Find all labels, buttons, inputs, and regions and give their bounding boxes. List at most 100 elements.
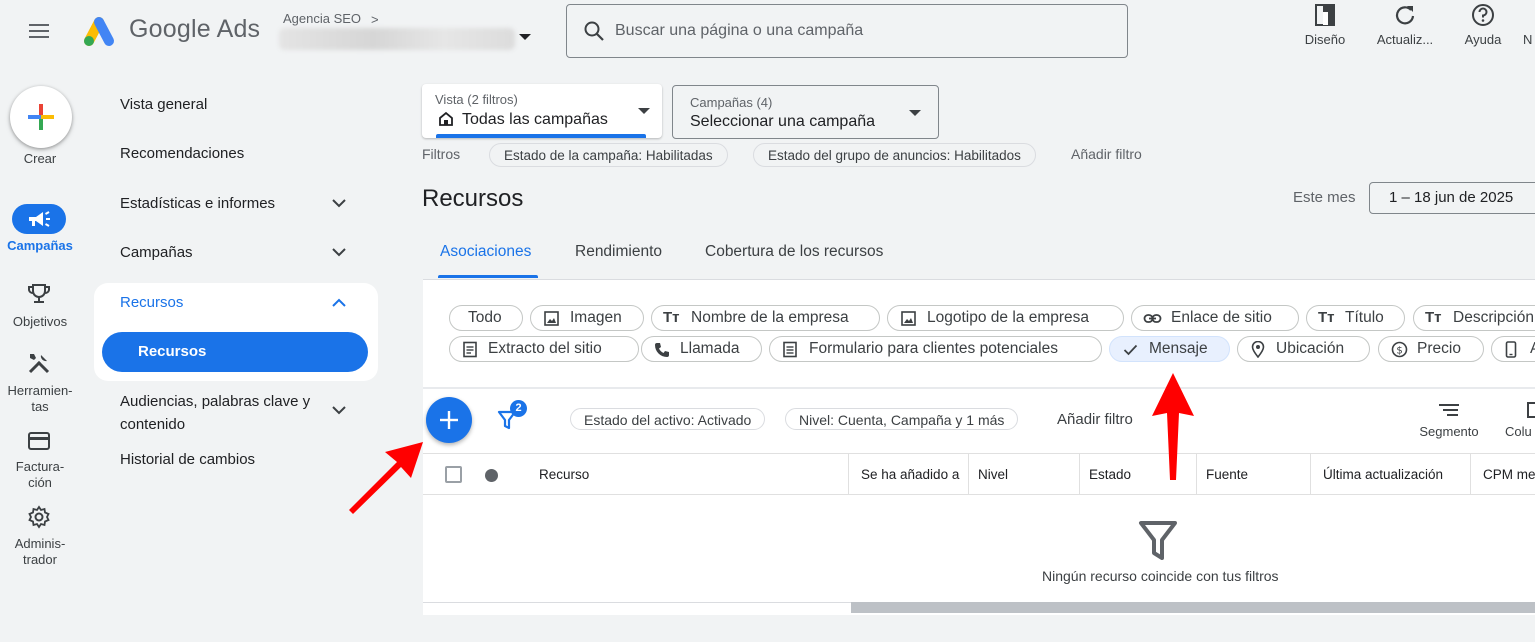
phone-icon [655,343,669,357]
search-input[interactable]: Buscar una página o una campaña [566,4,1128,58]
chip-label: A [1530,340,1535,357]
google-ads-logo-icon[interactable] [80,14,118,48]
view-selector-label: Vista (2 filtros) [435,92,518,107]
asset-type-all-chip[interactable]: Todo [449,305,523,331]
column-header-asset[interactable]: Recurso [539,467,589,482]
column-header-cpm[interactable]: CPM me [1483,467,1535,482]
asset-type-image-chip[interactable]: Imagen [530,305,644,331]
help-button[interactable]: Ayuda [1459,2,1507,47]
column-header-last-updated[interactable]: Última actualización [1323,467,1443,482]
column-header-status[interactable]: Estado [1089,467,1131,482]
objectives-rail-label[interactable]: Objetivos [0,314,80,330]
campaigns-rail-label[interactable]: Campañas [0,238,80,254]
column-divider [848,454,849,495]
tab-associations[interactable]: Asociaciones [440,243,531,261]
campaign-selector[interactable]: Campañas (4) Seleccionar una campaña [672,85,939,139]
asset-type-callout-chip[interactable]: Extracto del sitio [449,336,639,362]
nav-insights-reports[interactable]: Estadísticas e informes [120,195,275,212]
asset-type-business-logo-chip[interactable]: Logotipo de la empresa [887,305,1124,331]
segment-button[interactable]: Segmento [1412,402,1486,439]
annotation-arrow-up [1152,373,1194,480]
column-divider [1470,454,1471,495]
chevron-down-icon[interactable] [330,243,348,261]
refresh-button[interactable]: Actualiz... [1370,2,1440,47]
level-filter-chip[interactable]: Nivel: Cuenta, Campaña y 1 más [785,408,1019,430]
nav-overview[interactable]: Vista general [120,96,207,113]
tab-performance[interactable]: Rendimiento [575,243,662,261]
nav-audiences-keywords[interactable]: Audiencias, palabras clave y contenido [120,390,330,436]
asset-type-sitelink-chip[interactable]: Enlace de sitio [1131,305,1299,331]
nav-assets-sub-item[interactable]: Recursos [102,332,368,372]
campaign-selector-value: Seleccionar una campaña [690,113,876,130]
horizontal-scrollbar[interactable] [851,602,1535,613]
account-name[interactable]: Agencia SEO [283,11,361,26]
campaigns-rail-button[interactable] [12,204,66,234]
tools-rail-label[interactable]: Herramien- tas [0,383,80,415]
check-icon [1123,344,1138,356]
asset-type-business-name-chip[interactable]: Tт Nombre de la empresa [651,305,880,331]
account-chevron-icon[interactable]: > [371,12,379,27]
billing-icon[interactable] [27,429,51,453]
asset-type-message-chip[interactable]: Mensaje [1109,336,1230,362]
location-pin-icon [1251,341,1265,358]
notifications-button[interactable]: N [1523,2,1535,47]
column-header-level[interactable]: Nivel [978,467,1008,482]
layout-icon [1315,4,1335,26]
nav-assets-sub-label: Recursos [138,343,207,360]
chip-label: Nombre de la empresa [691,309,849,326]
asset-type-location-chip[interactable]: Ubicación [1237,336,1370,362]
menu-icon[interactable] [26,18,52,44]
select-all-checkbox[interactable] [445,466,462,483]
asset-type-headline-chip[interactable]: Tт Título [1306,305,1405,331]
help-icon [1472,4,1494,26]
image-icon [901,311,916,326]
table-bottom-line [423,602,851,603]
campaign-status-filter-chip[interactable]: Estado de la campaña: Habilitadas [489,143,728,167]
tools-icon[interactable] [27,351,51,375]
document-icon [463,341,477,358]
chip-label: Logotipo de la empresa [927,309,1090,326]
asset-type-app-chip[interactable]: A [1491,336,1535,362]
create-button[interactable] [10,86,72,148]
add-asset-button[interactable] [426,397,472,443]
help-label: Ayuda [1464,32,1502,47]
tab-asset-coverage[interactable]: Cobertura de los recursos [705,243,883,261]
date-range-picker[interactable]: 1 – 18 jun de 2025 [1369,182,1535,214]
asset-type-lead-form-chip[interactable]: Formulario para clientes potenciales [769,336,1102,362]
nav-assets[interactable]: Recursos [120,294,183,311]
chip-label: Mensaje [1149,340,1208,357]
admin-rail-label[interactable]: Adminis- trador [0,536,80,568]
asset-type-call-chip[interactable]: Llamada [641,336,762,362]
chip-label: Enlace de sitio [1171,309,1272,326]
column-header-source[interactable]: Fuente [1206,467,1248,482]
nav-campaigns[interactable]: Campañas [120,244,193,261]
adgroup-status-filter-chip[interactable]: Estado del grupo de anuncios: Habilitado… [753,143,1036,167]
trophy-icon[interactable] [27,282,51,306]
nav-recommendations[interactable]: Recomendaciones [120,145,244,162]
add-filter-button[interactable]: Añadir filtro [1057,411,1133,428]
chevron-down-icon[interactable] [330,401,348,419]
add-filter-link[interactable]: Añadir filtro [1071,146,1142,162]
column-divider [1196,454,1197,495]
column-header-added-to[interactable]: Se ha añadido a [861,467,959,482]
billing-rail-label[interactable]: Factura- ción [0,459,80,491]
view-selector[interactable]: Vista (2 filtros) Todas las campañas [422,84,662,138]
asset-status-filter-chip[interactable]: Estado del activo: Activado [570,408,766,430]
account-id-redacted [279,28,515,50]
search-placeholder: Buscar una página o una campaña [615,22,864,39]
layout-button[interactable]: Diseño [1300,2,1350,47]
columns-label: Colu [1505,424,1532,439]
chevron-up-icon[interactable] [330,294,348,312]
column-divider [1310,454,1311,495]
annotation-arrow-left [349,442,423,514]
columns-button[interactable]: Colu [1505,402,1535,439]
asset-type-description-chip[interactable]: Tт Descripción [1413,305,1535,331]
admin-icon[interactable] [27,505,51,529]
chip-label: Imagen [570,309,622,326]
column-divider [968,454,969,495]
nav-change-history[interactable]: Historial de cambios [120,451,255,468]
asset-type-price-chip[interactable]: $ Precio [1378,336,1484,362]
chip-label: Título [1345,309,1384,326]
account-dropdown-icon[interactable] [519,34,531,40]
chevron-down-icon[interactable] [330,194,348,212]
